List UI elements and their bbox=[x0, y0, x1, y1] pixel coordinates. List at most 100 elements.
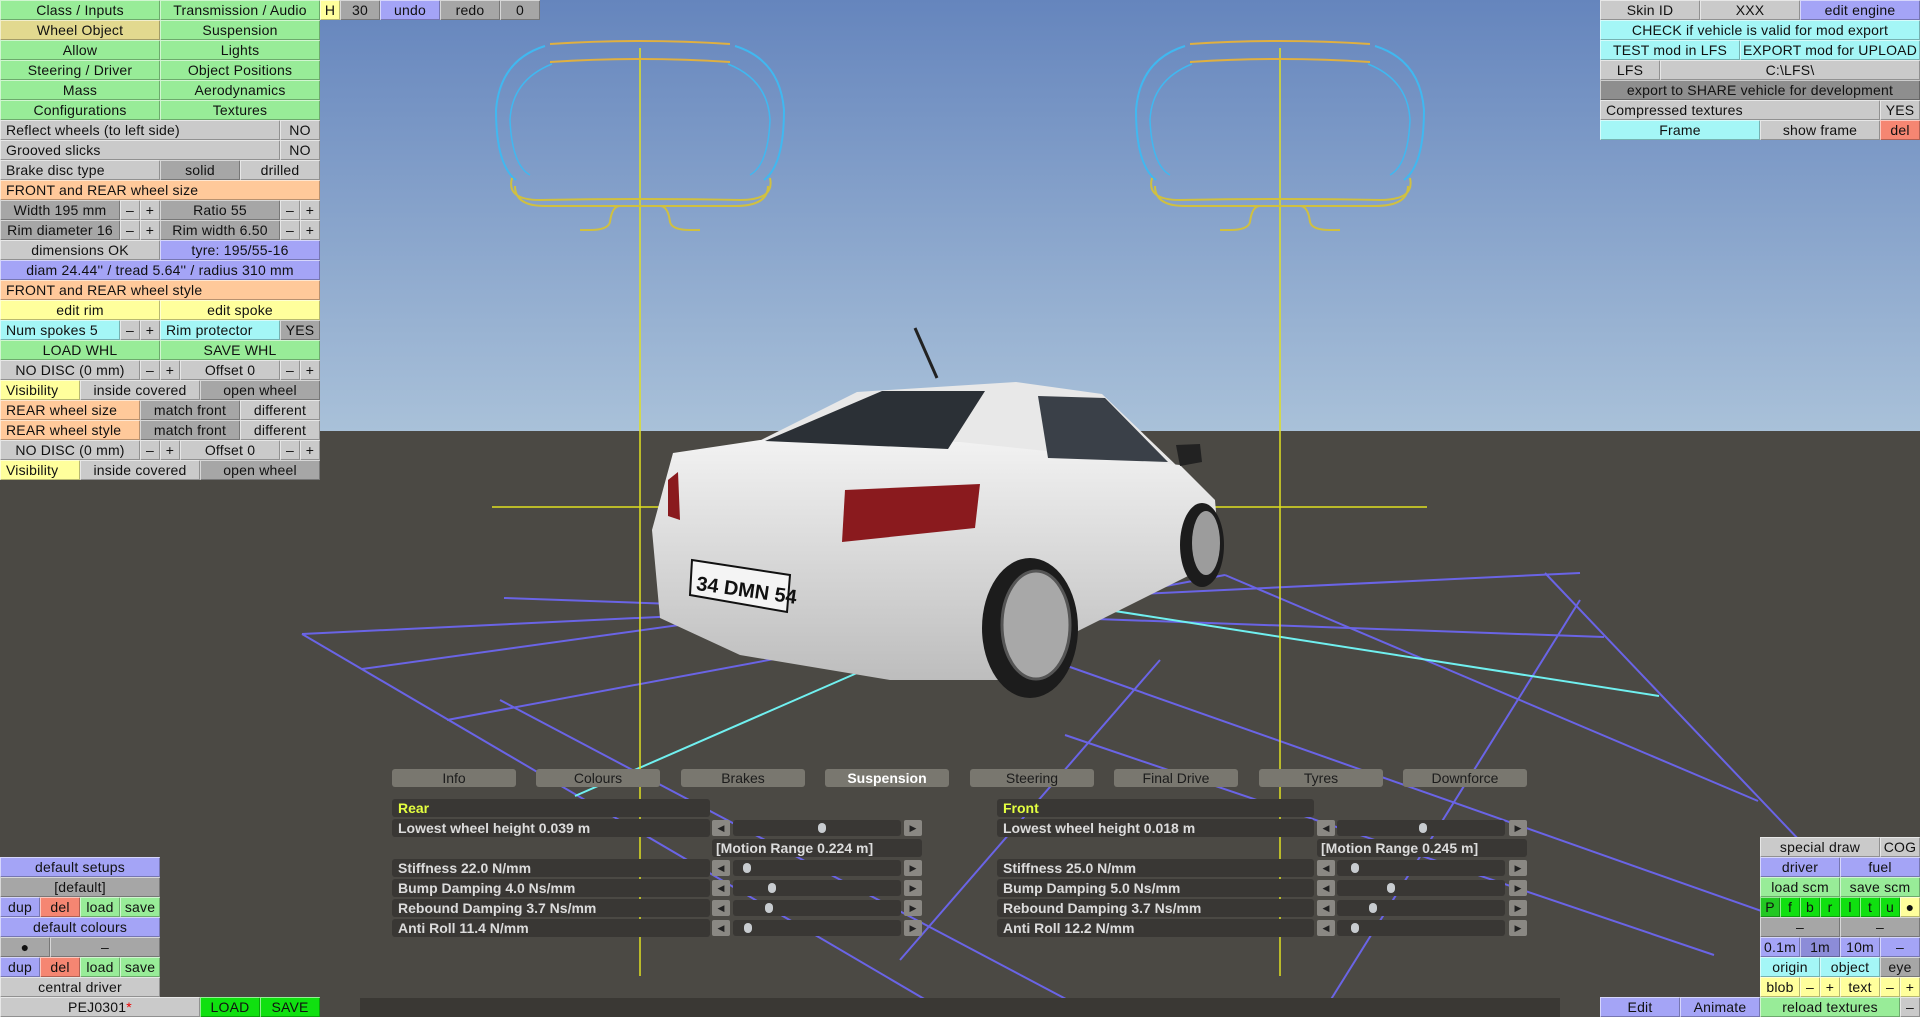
rim-width-plus[interactable]: + bbox=[300, 220, 320, 240]
default-setups-button[interactable]: default setups bbox=[0, 857, 160, 877]
grid-10m-button[interactable]: 10m bbox=[1840, 937, 1880, 957]
central-driver-button[interactable]: central driver bbox=[0, 977, 160, 997]
default-colours-button[interactable]: default colours bbox=[0, 917, 160, 937]
slider-right-arrow-icon[interactable]: ▶ bbox=[1509, 900, 1527, 916]
front-offset-plus[interactable]: + bbox=[300, 360, 320, 380]
tab-downforce[interactable]: Downforce bbox=[1403, 769, 1527, 787]
lfs-path-field[interactable]: C:\LFS\ bbox=[1660, 60, 1920, 80]
text-plus[interactable]: + bbox=[1900, 977, 1920, 997]
tab-steering[interactable]: Steering bbox=[970, 769, 1094, 787]
save-scm-button[interactable]: save scm bbox=[1840, 877, 1920, 897]
slider-left-arrow-icon[interactable]: ◀ bbox=[1317, 820, 1335, 836]
tab-aerodynamics[interactable]: Aerodynamics bbox=[160, 80, 320, 100]
edit-engine-button[interactable]: edit engine bbox=[1800, 0, 1920, 20]
mode-f-button[interactable]: f bbox=[1780, 897, 1800, 917]
rim-width-minus[interactable]: – bbox=[280, 220, 300, 240]
mode-l-button[interactable]: l bbox=[1840, 897, 1860, 917]
tyre-size-button[interactable]: tyre: 195/55-16 bbox=[160, 240, 320, 260]
slider-left-arrow-icon[interactable]: ◀ bbox=[712, 900, 730, 916]
special-draw-button[interactable]: special draw bbox=[1760, 837, 1880, 857]
test-mod-button[interactable]: TEST mod in LFS bbox=[1600, 40, 1740, 60]
slider-thumb[interactable] bbox=[818, 823, 826, 833]
grooved-slicks-toggle[interactable]: NO bbox=[280, 140, 320, 160]
colour-load-button[interactable]: load bbox=[80, 957, 120, 977]
undo-button[interactable]: undo bbox=[380, 0, 440, 20]
slider-right-arrow-icon[interactable]: ▶ bbox=[1509, 920, 1527, 936]
load-whl-button[interactable]: LOAD WHL bbox=[0, 340, 160, 360]
ratio-minus[interactable]: – bbox=[280, 200, 300, 220]
text-button[interactable]: text bbox=[1840, 977, 1880, 997]
tab-textures[interactable]: Textures bbox=[160, 100, 320, 120]
h-button[interactable]: H bbox=[320, 0, 340, 20]
frame-button[interactable]: Frame bbox=[1600, 120, 1760, 140]
colour-dup-button[interactable]: dup bbox=[0, 957, 40, 977]
setup-name-field[interactable]: [default] bbox=[0, 877, 160, 897]
load-scm-button[interactable]: load scm bbox=[1760, 877, 1840, 897]
tab-info[interactable]: Info bbox=[392, 769, 516, 787]
blob-minus[interactable]: – bbox=[1800, 977, 1820, 997]
rim-diameter-minus[interactable]: – bbox=[120, 220, 140, 240]
rear-style-match-front[interactable]: match front bbox=[140, 420, 240, 440]
export-share-button[interactable]: export to SHARE vehicle for development bbox=[1600, 80, 1920, 100]
tab-brakes[interactable]: Brakes bbox=[681, 769, 805, 787]
tab-colours[interactable]: Colours bbox=[536, 769, 660, 787]
mode-dot-button[interactable]: ● bbox=[1900, 897, 1920, 917]
tab-object-positions[interactable]: Object Positions bbox=[160, 60, 320, 80]
front-slider-track[interactable] bbox=[1337, 900, 1505, 916]
rear-disc-plus[interactable]: + bbox=[160, 440, 180, 460]
spokes-minus[interactable]: – bbox=[120, 320, 140, 340]
slider-left-arrow-icon[interactable]: ◀ bbox=[712, 860, 730, 876]
slider-left-arrow-icon[interactable]: ◀ bbox=[712, 920, 730, 936]
slider-left-arrow-icon[interactable]: ◀ bbox=[1317, 880, 1335, 896]
front-disc-button[interactable]: NO DISC (0 mm) bbox=[0, 360, 140, 380]
spokes-plus[interactable]: + bbox=[140, 320, 160, 340]
slider-left-arrow-icon[interactable]: ◀ bbox=[712, 880, 730, 896]
tab-wheel-object[interactable]: Wheel Object bbox=[0, 20, 160, 40]
slider-right-arrow-icon[interactable]: ▶ bbox=[1509, 820, 1527, 836]
rear-offset-plus[interactable]: + bbox=[300, 440, 320, 460]
rear-slider-track[interactable] bbox=[733, 880, 901, 896]
rear-offset-minus[interactable]: – bbox=[280, 440, 300, 460]
slider-thumb[interactable] bbox=[744, 923, 752, 933]
cog-button[interactable]: COG bbox=[1880, 837, 1920, 857]
slider-thumb[interactable] bbox=[743, 863, 751, 873]
rear-style-different[interactable]: different bbox=[240, 420, 320, 440]
fuel-button[interactable]: fuel bbox=[1840, 857, 1920, 877]
front-offset-minus[interactable]: – bbox=[280, 360, 300, 380]
slider-thumb[interactable] bbox=[1419, 823, 1427, 833]
tab-configurations[interactable]: Configurations bbox=[0, 100, 160, 120]
slider-right-arrow-icon[interactable]: ▶ bbox=[904, 880, 922, 896]
front-slider-track[interactable] bbox=[1337, 920, 1505, 936]
mode-t-button[interactable]: t bbox=[1860, 897, 1880, 917]
show-frame-button[interactable]: show frame bbox=[1760, 120, 1880, 140]
save-whl-button[interactable]: SAVE WHL bbox=[160, 340, 320, 360]
tab-transmission-audio[interactable]: Transmission / Audio bbox=[160, 0, 320, 20]
slider-right-arrow-icon[interactable]: ▶ bbox=[1509, 860, 1527, 876]
front-open-wheel[interactable]: open wheel bbox=[200, 380, 320, 400]
reload-dash-button[interactable]: – bbox=[1900, 997, 1920, 1017]
text-minus[interactable]: – bbox=[1880, 977, 1900, 997]
tab-lights[interactable]: Lights bbox=[160, 40, 320, 60]
edit-rim-button[interactable]: edit rim bbox=[0, 300, 160, 320]
slider-thumb[interactable] bbox=[1351, 863, 1359, 873]
rear-open-wheel[interactable]: open wheel bbox=[200, 460, 320, 480]
colour-dot-button[interactable]: ● bbox=[0, 937, 50, 957]
rear-size-different[interactable]: different bbox=[240, 400, 320, 420]
vehicle-name-field[interactable]: PEJ0301* bbox=[0, 997, 200, 1017]
slider-left-arrow-icon[interactable]: ◀ bbox=[712, 820, 730, 836]
slider-thumb[interactable] bbox=[765, 903, 773, 913]
save-vehicle-button[interactable]: SAVE bbox=[260, 997, 320, 1017]
tab-tyres[interactable]: Tyres bbox=[1259, 769, 1383, 787]
blob-plus[interactable]: + bbox=[1820, 977, 1840, 997]
front-slider-track[interactable] bbox=[1337, 860, 1505, 876]
colour-name-field[interactable]: – bbox=[50, 937, 160, 957]
slider-left-arrow-icon[interactable]: ◀ bbox=[1317, 920, 1335, 936]
rim-protector-toggle[interactable]: YES bbox=[280, 320, 320, 340]
skin-id-field[interactable]: XXX bbox=[1700, 0, 1800, 20]
delete-frame-button[interactable]: del bbox=[1880, 120, 1920, 140]
setup-save-button[interactable]: save bbox=[120, 897, 160, 917]
slider-right-arrow-icon[interactable]: ▶ bbox=[904, 900, 922, 916]
rear-disc-button[interactable]: NO DISC (0 mm) bbox=[0, 440, 140, 460]
tab-allow[interactable]: Allow bbox=[0, 40, 160, 60]
slider-left-arrow-icon[interactable]: ◀ bbox=[1317, 900, 1335, 916]
